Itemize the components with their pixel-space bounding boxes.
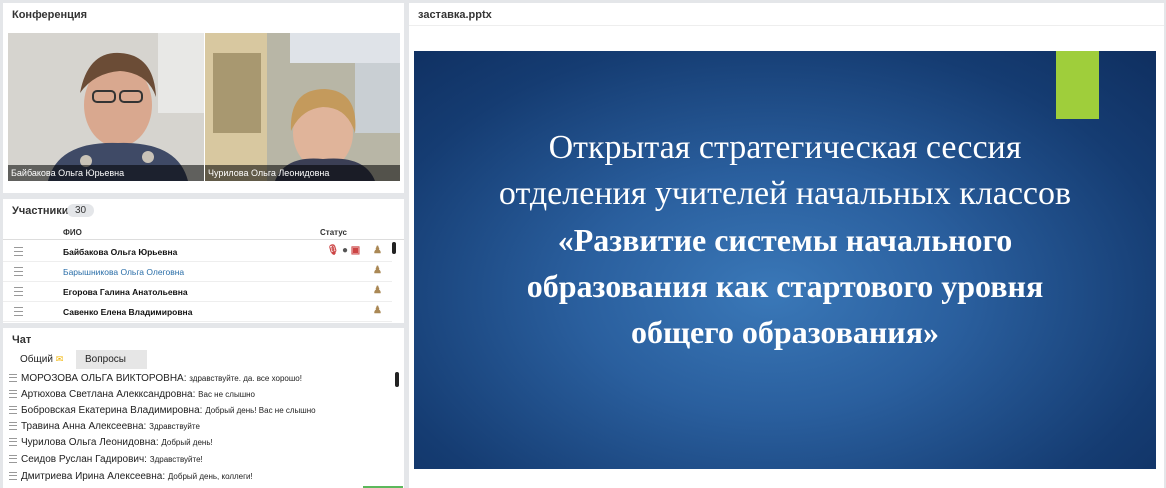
video-feed-1 <box>8 33 204 181</box>
message-author: Бобровская Екатерина Владимировна: <box>21 405 203 416</box>
message-author: Дмитриева Ирина Алексеевна: <box>21 471 166 482</box>
menu-icon[interactable] <box>9 472 17 481</box>
participant-name: Барышникова Ольга Олеговна <box>63 267 185 277</box>
participant-name: Савенко Елена Владимировна <box>63 307 193 317</box>
message-author: Чурилова Ольга Леонидовна: <box>21 437 159 448</box>
envelope-icon: ✉ <box>55 354 64 364</box>
menu-icon[interactable] <box>14 267 23 276</box>
participant-name: Егорова Галина Анатольевна <box>63 287 188 297</box>
chat-title: Чат <box>12 334 32 346</box>
screen-icon[interactable]: ▣ <box>351 245 360 256</box>
user-icon: ♟ <box>373 265 382 276</box>
menu-icon[interactable] <box>9 374 17 383</box>
slide-accent-bar <box>1056 51 1099 119</box>
video-name-2: Чурилова Ольга Леонидовна <box>205 165 400 181</box>
participant-row[interactable]: Байбакова Ольга Юрьевна 🎙 ● ▣ ♟ <box>3 242 392 262</box>
menu-icon[interactable] <box>9 438 17 447</box>
message-text: здравствуйте. да. все хорошо! <box>189 374 302 383</box>
slide: Открытая стратегическая сессия отделения… <box>414 51 1156 469</box>
message-author: Артюхова Светлана Алекксандровна: <box>21 389 196 400</box>
message-author: МОРОЗОВА ОЛЬГА ВИКТОРОВНА: <box>21 373 187 384</box>
slide-title: Открытая стратегическая сессия отделения… <box>414 125 1156 355</box>
column-name[interactable]: ФИО <box>63 228 82 237</box>
presentation-panel: заставка.pptx Открытая стратегическая се… <box>409 3 1164 488</box>
message-text: Здравствуйте! <box>149 455 203 464</box>
message-text: Добрый день, коллеги! <box>167 472 253 481</box>
menu-icon[interactable] <box>14 247 23 256</box>
slide-line-4: образования как стартового уровня <box>526 268 1044 304</box>
tab-general-label: Общий <box>20 354 53 365</box>
video-tile-2[interactable]: Чурилова Ольга Леонидовна <box>205 33 400 181</box>
message-text: Добрый день! <box>161 438 213 447</box>
menu-icon[interactable] <box>14 287 23 296</box>
chat-panel: Чат Общий ✉ Вопросы МОРОЗОВА ОЛЬГА ВИКТО… <box>3 328 404 488</box>
mic-icon[interactable]: 🎙 <box>326 245 339 256</box>
presentation-file-name: заставка.pptx <box>418 9 492 21</box>
tab-general[interactable]: Общий ✉ <box>11 350 83 369</box>
video-name-1: Байбакова Ольга Юрьевна <box>8 165 204 181</box>
slide-line-5: общего образования» <box>630 314 940 350</box>
participants-table-header: ФИО Статус <box>3 225 404 240</box>
user-icon: ♟ <box>373 285 382 296</box>
video-feed-2 <box>205 33 400 181</box>
chat-message: Бобровская Екатерина Владимировна: Добры… <box>9 405 316 419</box>
slide-line-1: Открытая стратегическая сессия <box>548 129 1022 166</box>
status-icons: 🎙 ● ▣ ♟ <box>326 245 382 256</box>
participants-count-badge: 30 <box>67 204 95 217</box>
participant-row[interactable]: Савенко Елена Владимировна ♟ <box>3 302 392 322</box>
chat-message: МОРОЗОВА ОЛЬГА ВИКТОРОВНА: здравствуйте.… <box>9 373 302 387</box>
chat-message: Дмитриева Ирина Алексеевна: Добрый день,… <box>9 471 253 485</box>
menu-icon[interactable] <box>9 390 17 399</box>
message-text: Вас не слышно <box>198 390 255 399</box>
participant-row[interactable]: Егорова Галина Анатольевна ♟ <box>3 282 392 302</box>
chat-message: Артюхова Светлана Алекксандровна: Вас не… <box>9 389 255 403</box>
menu-icon[interactable] <box>9 455 17 464</box>
conference-title: Конференция <box>12 9 88 21</box>
slide-line-2: отделения учителей начальных классов <box>498 175 1072 212</box>
message-author: Сеидов Руслан Гадирович: <box>21 454 147 465</box>
camera-icon[interactable]: ● <box>342 245 348 256</box>
participant-row[interactable]: Барышникова Ольга Олеговна ♟ <box>3 262 392 282</box>
tab-questions[interactable]: Вопросы <box>76 350 147 369</box>
chat-message: Чурилова Ольга Леонидовна: Добрый день! <box>9 437 213 451</box>
chat-message: Травина Анна Алексеевна: Здравствуйте <box>9 421 200 435</box>
message-text: Добрый день! Вас не слышно <box>205 406 316 415</box>
divider <box>409 25 1164 26</box>
user-icon: ♟ <box>373 305 382 316</box>
slide-line-3: «Развитие системы начального <box>557 222 1013 258</box>
column-status[interactable]: Статус <box>320 228 347 237</box>
chat-scrollbar[interactable] <box>395 372 399 387</box>
presenter-icon: ♟ <box>373 245 382 256</box>
menu-icon[interactable] <box>9 422 17 431</box>
video-tile-1[interactable]: Байбакова Ольга Юрьевна <box>8 33 204 181</box>
participants-panel: Участники 30 ФИО Статус Байбакова Ольга … <box>3 199 404 323</box>
chat-message: Сеидов Руслан Гадирович: Здравствуйте! <box>9 454 203 468</box>
menu-icon[interactable] <box>14 307 23 316</box>
conference-panel: Конференция Байбакова Ольга Юрьевна Чури… <box>3 3 404 193</box>
participant-name: Байбакова Ольга Юрьевна <box>63 247 178 257</box>
menu-icon[interactable] <box>9 406 17 415</box>
message-text: Здравствуйте <box>149 422 200 431</box>
participants-scrollbar[interactable] <box>392 242 396 254</box>
message-author: Травина Анна Алексеевна: <box>21 421 147 432</box>
participants-title: Участники <box>12 205 69 217</box>
